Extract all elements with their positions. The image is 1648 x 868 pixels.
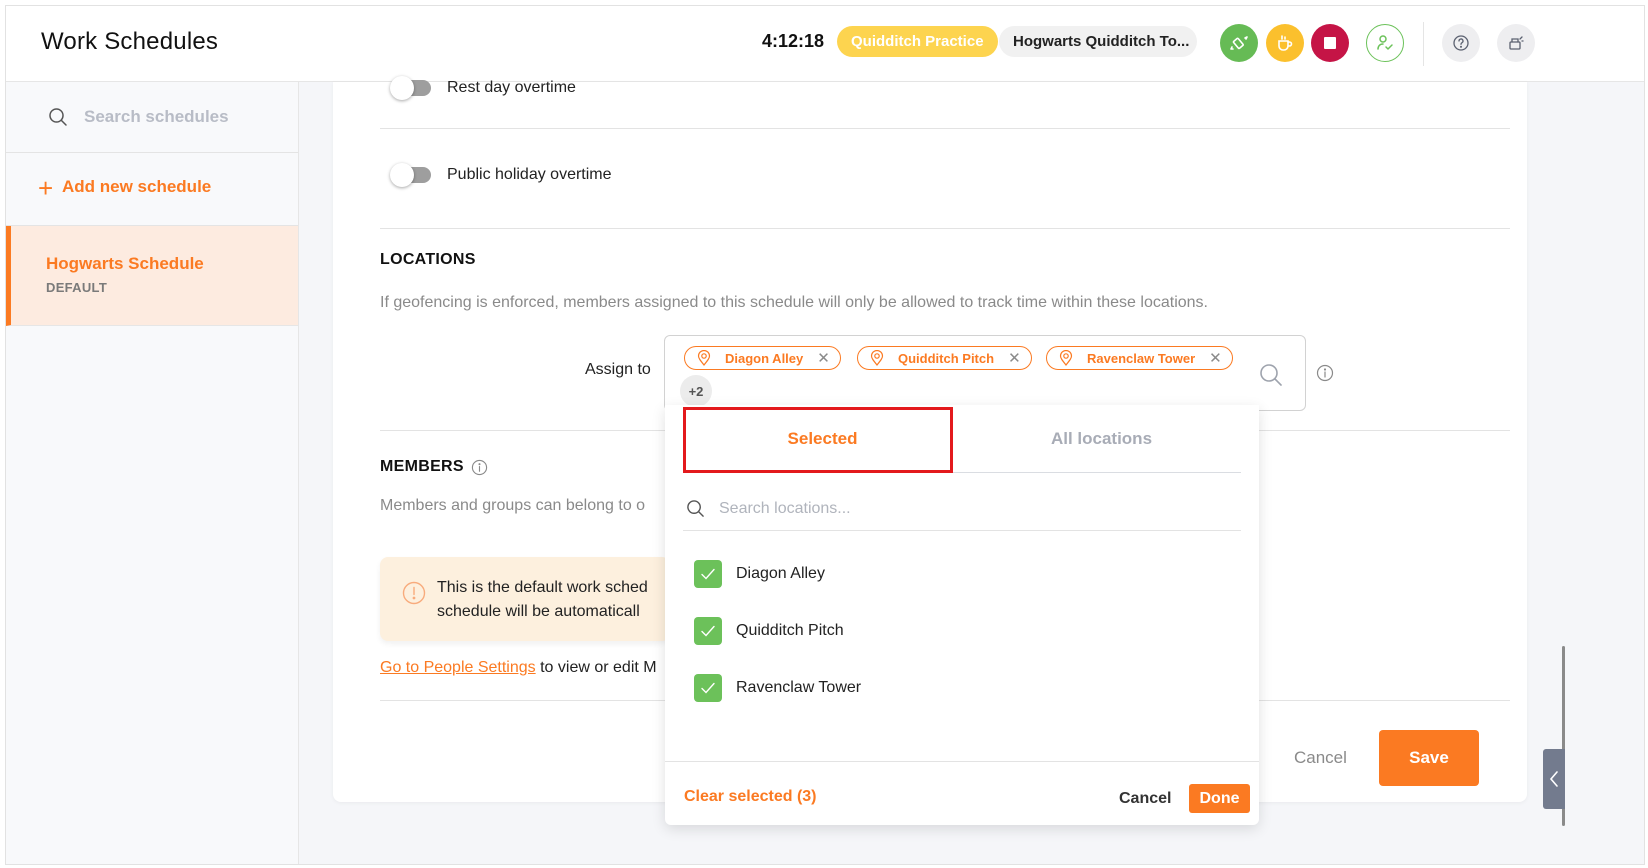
default-badge: DEFAULT — [46, 280, 108, 295]
map-pin-icon — [697, 350, 711, 366]
divider — [380, 228, 1510, 229]
option-label: Diagon Alley — [736, 565, 825, 582]
dropdown-footer-divider — [665, 761, 1259, 762]
map-pin-icon — [1059, 350, 1073, 366]
cancel-button[interactable]: Cancel — [1294, 748, 1347, 768]
check-icon — [701, 625, 715, 637]
schedule-sidebar: + Add new schedule Hogwarts Schedule DEF… — [6, 82, 304, 864]
map-pin-icon — [870, 350, 884, 366]
dropdown-tabs: Selected All locations — [683, 405, 1241, 473]
user-check-icon — [1377, 35, 1393, 50]
option-label: Ravenclaw Tower — [736, 679, 862, 696]
members-title: MEMBERS — [380, 458, 488, 476]
stop-icon — [1324, 37, 1336, 49]
remove-chip-icon[interactable]: ✕ — [817, 349, 830, 367]
tab-all-locations[interactable]: All locations — [962, 405, 1241, 473]
apps-button[interactable] — [1497, 24, 1535, 62]
plus-icon: + — [38, 173, 54, 203]
locations-description: If geofencing is enforced, members assig… — [380, 294, 1208, 311]
check-icon — [701, 568, 715, 580]
app-window: Work Schedules 4:12:18 Quidditch Practic… — [5, 5, 1645, 865]
alert-line-1: This is the default work sched — [437, 579, 648, 596]
break-button[interactable] — [1266, 24, 1304, 62]
add-new-schedule-button[interactable]: + Add new schedule — [6, 153, 298, 226]
location-chip: Quidditch Pitch ✕ — [857, 346, 1032, 370]
save-button[interactable]: Save — [1379, 730, 1479, 786]
public-holiday-overtime-label: Public holiday overtime — [447, 166, 612, 183]
schedule-search — [6, 82, 304, 153]
alert-line-2: schedule will be automaticall — [437, 603, 640, 620]
chip-label: Diagon Alley — [725, 350, 804, 366]
switch-task-button[interactable] — [1220, 24, 1258, 62]
warning-icon — [402, 581, 426, 610]
rest-day-overtime-label: Rest day overtime — [447, 79, 576, 96]
chip-label: Quidditch Pitch — [898, 350, 995, 366]
remove-chip-icon[interactable]: ✕ — [1209, 349, 1222, 367]
search-locations-input[interactable] — [719, 495, 1219, 523]
clear-selected-button[interactable]: Clear selected (3) — [684, 788, 817, 806]
option-label: Quidditch Pitch — [736, 622, 844, 639]
people-settings-note-text: to view or edit M — [535, 659, 657, 676]
add-new-schedule-label: Add new schedule — [62, 177, 212, 196]
coffee-break-icon — [1278, 35, 1293, 51]
top-header: Work Schedules 4:12:18 Quidditch Practic… — [6, 6, 1644, 82]
help-icon — [1453, 35, 1469, 51]
location-search — [683, 487, 1241, 531]
info-icon[interactable] — [1316, 364, 1334, 387]
checkbox-checked[interactable] — [694, 674, 722, 702]
locations-title: LOCATIONS — [380, 251, 476, 268]
public-holiday-overtime-row: Public holiday overtime — [390, 163, 612, 187]
location-option[interactable]: Diagon Alley — [694, 560, 825, 588]
chevron-left-icon — [1549, 771, 1558, 787]
assign-to-label: Assign to — [585, 361, 651, 378]
chip-label: Ravenclaw Tower — [1087, 350, 1196, 366]
rest-day-overtime-row: Rest day overtime — [390, 76, 576, 100]
sidebar-item-hogwarts-schedule[interactable]: Hogwarts Schedule DEFAULT — [6, 226, 298, 326]
header-divider — [1423, 22, 1424, 66]
people-settings-note: Go to People Settings to view or edit M — [380, 659, 657, 677]
alert-text: This is the default work sched schedule … — [437, 576, 648, 624]
stop-timer-button[interactable] — [1311, 24, 1349, 62]
info-icon[interactable] — [471, 459, 488, 476]
search-schedules-input[interactable] — [84, 102, 304, 132]
remove-chip-icon[interactable]: ✕ — [1008, 349, 1021, 367]
collapse-panel-button[interactable] — [1543, 749, 1565, 809]
location-chip: Diagon Alley ✕ — [684, 346, 841, 370]
timer-readout: 4:12:18 — [762, 31, 825, 51]
switch-task-icon — [1230, 36, 1248, 50]
members-description: Members and groups can belong to o — [380, 497, 646, 514]
more-locations-badge[interactable]: +2 — [680, 375, 712, 407]
location-chip: Ravenclaw Tower ✕ — [1046, 346, 1233, 370]
project-pill[interactable]: Hogwarts Quidditch To... — [999, 26, 1197, 57]
schedule-name: Hogwarts Schedule — [46, 254, 204, 273]
go-to-people-settings-link[interactable]: Go to People Settings — [380, 659, 536, 676]
user-status-button[interactable] — [1366, 24, 1404, 62]
done-button[interactable]: Done — [1189, 784, 1250, 813]
search-icon — [48, 107, 68, 132]
checkbox-checked[interactable] — [694, 617, 722, 645]
members-title-text: MEMBERS — [380, 458, 464, 475]
assign-locations-input[interactable]: Diagon Alley ✕ Quidditch Pitch ✕ Ravencl… — [664, 335, 1306, 411]
dropdown-cancel-button[interactable]: Cancel — [1119, 790, 1171, 808]
default-schedule-alert: This is the default work sched schedule … — [380, 557, 670, 641]
location-option[interactable]: Quidditch Pitch — [694, 617, 844, 645]
search-icon[interactable] — [1259, 363, 1283, 392]
locations-dropdown: Selected All locations Diagon Alley Quid… — [665, 405, 1259, 825]
page-title: Work Schedules — [41, 28, 219, 55]
help-button[interactable] — [1442, 24, 1480, 62]
check-icon — [701, 682, 715, 694]
search-icon — [686, 499, 705, 523]
apps-icon — [1509, 36, 1524, 50]
rest-day-overtime-toggle[interactable] — [390, 76, 431, 100]
checkbox-checked[interactable] — [694, 560, 722, 588]
location-option[interactable]: Ravenclaw Tower — [694, 674, 861, 702]
tab-selected[interactable]: Selected — [683, 405, 962, 473]
public-holiday-overtime-toggle[interactable] — [390, 163, 431, 187]
divider — [380, 128, 1510, 129]
activity-pill[interactable]: Quidditch Practice — [837, 26, 998, 57]
